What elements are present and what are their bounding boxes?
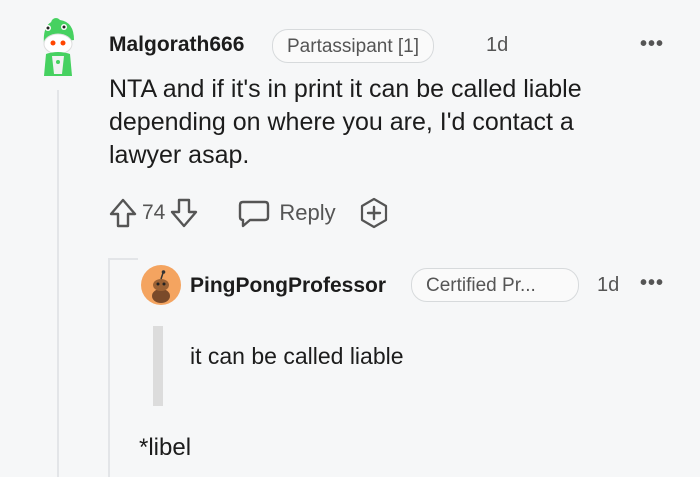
- reply-label: Reply: [279, 200, 336, 225]
- reply-body: *libel: [139, 434, 192, 461]
- reply-user-flair: Certified Pr...: [411, 268, 579, 302]
- thread-connector: [108, 258, 138, 260]
- comment-body-line: NTA and if it's in print it can be calle…: [109, 75, 582, 103]
- arrow-down-icon: [171, 198, 198, 228]
- snoo-avatar-icon: [141, 265, 181, 305]
- arrow-up-icon: [109, 198, 137, 228]
- vote-count: 74: [142, 201, 166, 224]
- comment-username[interactable]: Malgorath666: [109, 33, 244, 57]
- comment-bubble-icon: [239, 200, 270, 228]
- reply-more-options-button[interactable]: •••: [640, 272, 664, 295]
- avatar[interactable]: [34, 14, 82, 78]
- upvote-button[interactable]: [108, 197, 138, 229]
- reply-username[interactable]: PingPongProfessor: [190, 274, 386, 298]
- user-flair: Partassipant [1]: [272, 29, 435, 63]
- thread-line-reply[interactable]: [108, 258, 110, 477]
- comment-body: NTA and if it's in print it can be calle…: [109, 73, 669, 172]
- more-options-button[interactable]: •••: [640, 33, 664, 56]
- reply-quote: it can be called liable: [190, 343, 404, 369]
- comment-timestamp: 1d: [486, 34, 509, 56]
- downvote-button[interactable]: [169, 197, 199, 229]
- thread-line-main[interactable]: [57, 90, 59, 477]
- comment-body-line: depending on where you are, I'd contact …: [109, 108, 574, 136]
- reply-button[interactable]: Reply: [237, 198, 336, 228]
- comment-body-line: lawyer asap.: [109, 141, 250, 169]
- reply-timestamp: 1d: [597, 274, 620, 296]
- quote-bar: [153, 326, 163, 406]
- snoo-avatar-icon: [43, 18, 74, 76]
- reply-avatar[interactable]: [141, 265, 181, 305]
- award-button[interactable]: [358, 197, 390, 229]
- award-plus-icon: [360, 197, 387, 229]
- comment-actions: 74 Reply: [108, 195, 390, 231]
